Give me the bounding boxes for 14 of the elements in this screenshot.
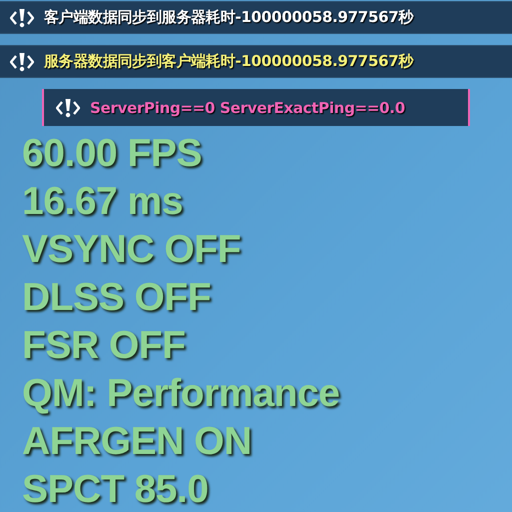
stat-readout: FSR OFF bbox=[22, 323, 186, 369]
stat-readout: DLSS OFF bbox=[22, 275, 212, 321]
stat-readout: SPCT 85.0 bbox=[22, 467, 210, 512]
stat-readout: QM: Performance bbox=[22, 371, 341, 417]
alert-icon bbox=[10, 8, 34, 28]
stat-readout: 16.67 ms bbox=[22, 179, 184, 225]
stat-readout: AFRGEN ON bbox=[22, 419, 252, 465]
alert-icon bbox=[56, 98, 80, 118]
stat-readout: 60.00 FPS bbox=[22, 131, 203, 177]
alert-icon bbox=[10, 52, 34, 72]
notice-text: 服务器数据同步到客户端耗时-100000058.977567秒 bbox=[44, 52, 414, 71]
notice-text: ServerPing==0 ServerExactPing==0.0 bbox=[90, 98, 405, 116]
stat-readout: VSYNC OFF bbox=[22, 227, 242, 273]
notice-text: 客户端数据同步到服务器耗时-100000058.977567秒 bbox=[44, 8, 414, 27]
